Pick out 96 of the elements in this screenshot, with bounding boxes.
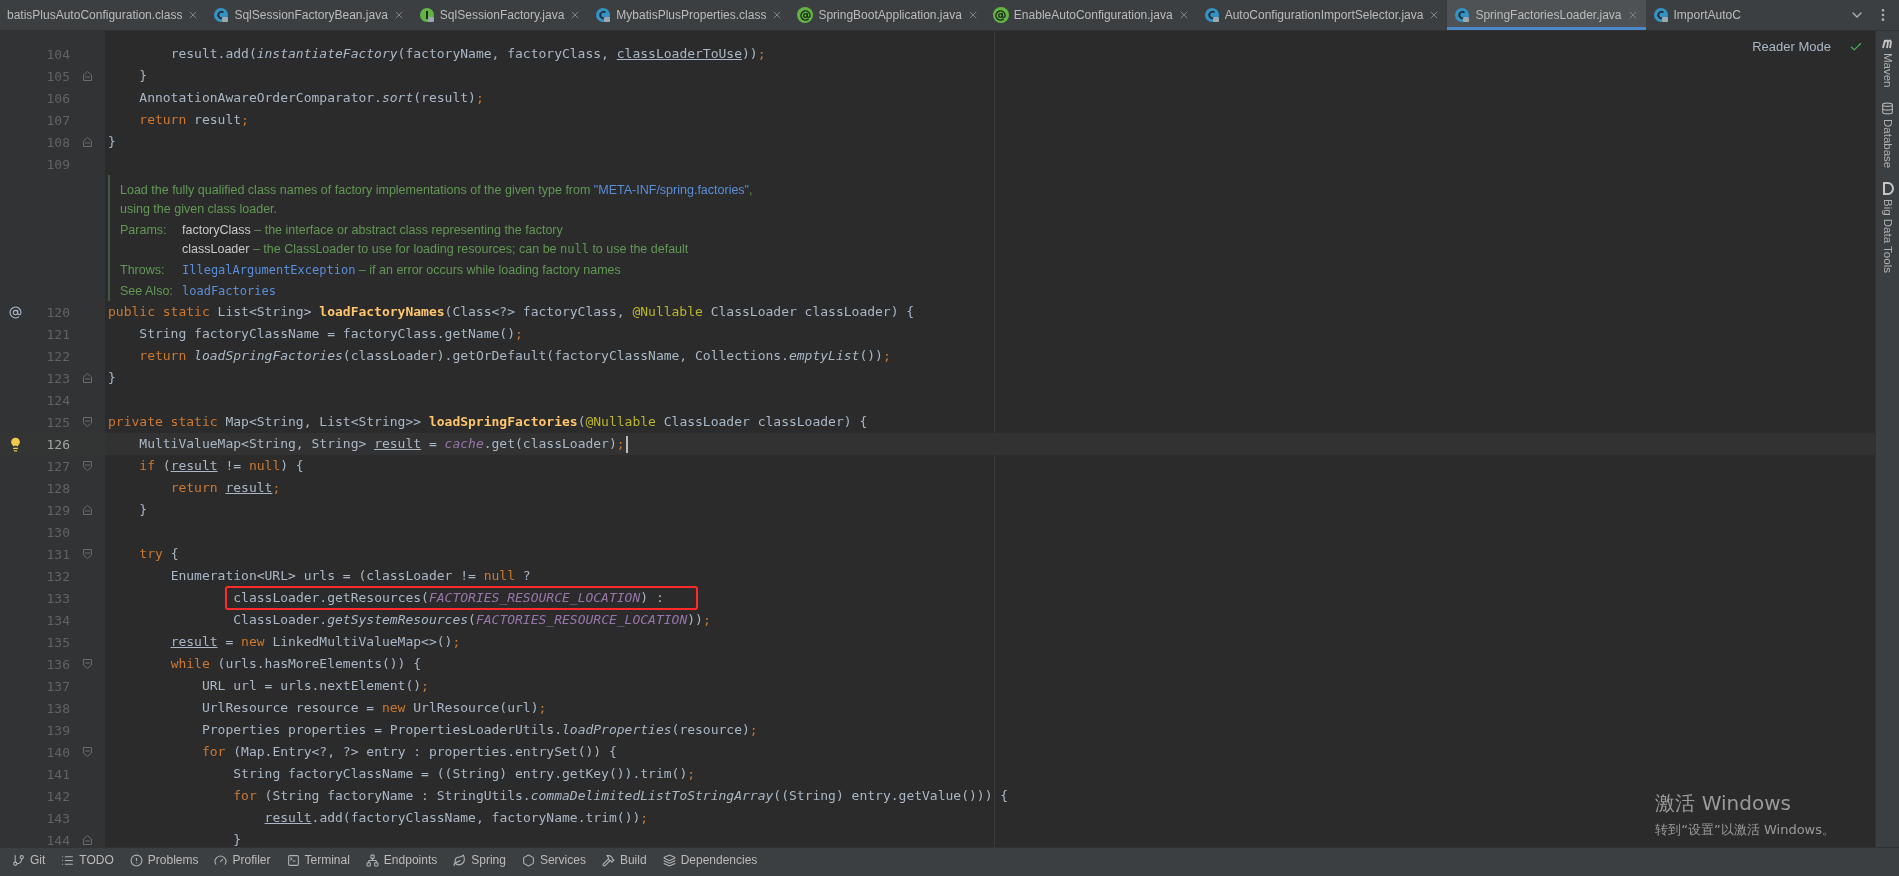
code-line: return result; bbox=[170, 479, 281, 497]
code-line: URL url = urls.nextElement(); bbox=[201, 677, 429, 695]
alert-icon bbox=[129, 853, 143, 867]
network-icon bbox=[365, 853, 379, 867]
class-icon bbox=[1203, 7, 1220, 23]
fold-marker-icon[interactable] bbox=[83, 461, 92, 471]
maven-icon bbox=[1880, 37, 1895, 49]
fold-marker-icon[interactable] bbox=[83, 549, 92, 559]
tool-window-button[interactable]: Profiler bbox=[206, 848, 279, 872]
code-line: Properties properties = PropertiesLoaderUtils.loadProperties(resource); bbox=[201, 721, 758, 739]
code-line: result.add(factoryClassName, factoryName.trim()); bbox=[264, 809, 649, 827]
tool-window-button[interactable]: Problems bbox=[121, 848, 207, 872]
terminal-icon bbox=[286, 853, 300, 867]
at-sign-icon[interactable] bbox=[8, 305, 22, 319]
class-icon bbox=[595, 7, 612, 23]
doc-entry: classLoader – the ClassLoader to use for loading resources; can be null to use the default bbox=[182, 241, 690, 258]
tool-window-button[interactable]: TODO bbox=[53, 848, 122, 872]
code-line: UrlResource resource = new UrlResource(url); bbox=[201, 699, 547, 717]
code-line: for (String factoryName : StringUtils.commaDelimitedListToStringArray((String) entry.getValue())) { bbox=[233, 787, 1009, 805]
hammer-icon bbox=[601, 853, 615, 867]
text-cursor bbox=[625, 435, 628, 453]
code-line: return result; bbox=[139, 111, 249, 129]
interface-icon bbox=[418, 7, 435, 23]
doc-link[interactable]: "META-INF/spring.factories" bbox=[593, 183, 750, 197]
editor-tab[interactable]: batisPlusAutoConfiguration.class bbox=[0, 0, 207, 30]
code-line: for (Map.Entry<?, ?> entry : properties.entrySet()) { bbox=[201, 743, 617, 761]
class-icon bbox=[1652, 7, 1669, 23]
activation-title: 激活 Windows bbox=[1655, 790, 1792, 817]
fold-marker-icon[interactable] bbox=[83, 505, 92, 515]
layers-icon bbox=[662, 853, 676, 867]
reader-mode-toggle[interactable]: Reader Mode bbox=[1752, 39, 1831, 54]
code-line: private static Map<String, List<String>> loadSpringFactories(@Nullable ClassLoader classLoader) { bbox=[108, 413, 868, 431]
doc-summary: Load the fully qualified class names of factory implementations of the given type from "META-INF/spring.factories", using the given class loader. bbox=[120, 182, 754, 218]
code-line: try { bbox=[139, 545, 179, 563]
doc-entry: IllegalArgumentException – if an error occurs while loading factory names bbox=[182, 262, 622, 279]
doc-section-label: Throws: bbox=[120, 262, 166, 279]
code-line: } bbox=[233, 831, 242, 847]
code-line: } bbox=[139, 67, 148, 85]
fold-marker-icon[interactable] bbox=[83, 71, 92, 81]
tool-window-button[interactable]: Database bbox=[1881, 118, 1894, 168]
leaf-icon bbox=[453, 853, 467, 867]
branch-icon bbox=[12, 853, 25, 867]
database-icon bbox=[1881, 101, 1894, 115]
editor-tab[interactable]: AutoConfigurationImportSelector.java bbox=[1196, 0, 1448, 30]
fold-marker-icon[interactable] bbox=[83, 417, 92, 427]
class-icon bbox=[1454, 7, 1471, 23]
fold-marker-icon[interactable] bbox=[83, 137, 92, 147]
class-icon bbox=[213, 7, 230, 23]
editor-tab[interactable]: EnableAutoConfiguration.java bbox=[985, 0, 1197, 30]
code-line: } bbox=[108, 133, 116, 151]
code-line: result.add(instantiateFactory(factoryName, factoryClass, classLoaderToUse)); bbox=[170, 45, 766, 63]
list-icon bbox=[61, 853, 75, 867]
activation-hint: 转到“设置”以激活 Windows。 bbox=[1655, 821, 1835, 839]
fold-marker-icon[interactable] bbox=[83, 747, 92, 757]
fold-marker-icon[interactable] bbox=[83, 659, 92, 669]
doc-link[interactable]: loadFactories bbox=[182, 284, 276, 298]
code-line: Enumeration<URL> urls = (classLoader != null ? bbox=[170, 567, 531, 585]
editor-tab[interactable]: SpringFactoriesLoader.java bbox=[1447, 0, 1646, 30]
code-line: String factoryClassName = ((String) entry.getKey()).trim(); bbox=[233, 765, 696, 783]
tool-window-button[interactable]: Maven bbox=[1881, 53, 1894, 88]
code-line: } bbox=[108, 369, 116, 387]
tool-window-button[interactable]: Big Data Tools bbox=[1881, 198, 1894, 273]
doc-section-label: Params: bbox=[120, 222, 168, 239]
gauge-icon bbox=[214, 853, 228, 867]
code-line: String factoryClassName = factoryClass.getName(); bbox=[139, 325, 523, 343]
code-line: if (result != null) { bbox=[139, 457, 304, 475]
hexagon-icon bbox=[521, 853, 535, 867]
tool-window-button[interactable]: Build bbox=[593, 848, 655, 872]
code-line: } bbox=[139, 501, 148, 519]
line-number: 126 bbox=[45, 436, 70, 452]
editor-tab[interactable]: ImportAutoC bbox=[1645, 0, 1748, 30]
doc-entry: factoryClass – the interface or abstract class representing the factory bbox=[182, 222, 564, 239]
code-line: public static List<String> loadFactoryNames(Class<?> factoryClass, @Nullable ClassLoader classLoader) { bbox=[108, 303, 915, 321]
doc-link[interactable]: IllegalArgumentException bbox=[182, 263, 356, 277]
fold-marker-icon[interactable] bbox=[83, 835, 92, 845]
code-line: ClassLoader.getSystemResources(FACTORIES_RESOURCE_LOCATION)); bbox=[233, 611, 711, 629]
tool-window-button[interactable]: Terminal bbox=[278, 848, 358, 872]
tool-window-button[interactable]: Services bbox=[513, 848, 594, 872]
annotation-icon bbox=[797, 7, 814, 23]
editor-tab[interactable]: MybatisPlusProperties.class bbox=[588, 0, 791, 30]
fold-marker-icon[interactable] bbox=[83, 373, 92, 383]
annotation-icon bbox=[992, 7, 1009, 23]
editor-tab[interactable]: SpringBootApplication.java bbox=[790, 0, 986, 30]
tool-window-button[interactable]: Spring bbox=[445, 848, 514, 872]
code-line: while (urls.hasMoreElements()) { bbox=[170, 655, 422, 673]
tool-window-button[interactable]: Dependencies bbox=[654, 848, 766, 872]
code-line: return loadSpringFactories(classLoader).getOrDefault(factoryClassName, Collections.emptyList()); bbox=[139, 347, 891, 365]
code-line: result = new LinkedMultiValueMap<>(); bbox=[170, 633, 461, 651]
editor-tab[interactable]: SqlSessionFactory.java bbox=[411, 0, 589, 30]
editor-tab[interactable]: SqlSessionFactoryBean.java bbox=[206, 0, 412, 30]
code-line: MultiValueMap<String, String> result = cache.get(classLoader); bbox=[139, 435, 625, 453]
tool-window-button[interactable]: Endpoints bbox=[357, 848, 446, 872]
tool-window-button[interactable]: Git bbox=[4, 848, 54, 872]
big-data-icon bbox=[1881, 181, 1894, 195]
doc-section-label: See Also: bbox=[120, 283, 174, 300]
code-line: AnnotationAwareOrderComparator.sort(result); bbox=[139, 89, 484, 107]
